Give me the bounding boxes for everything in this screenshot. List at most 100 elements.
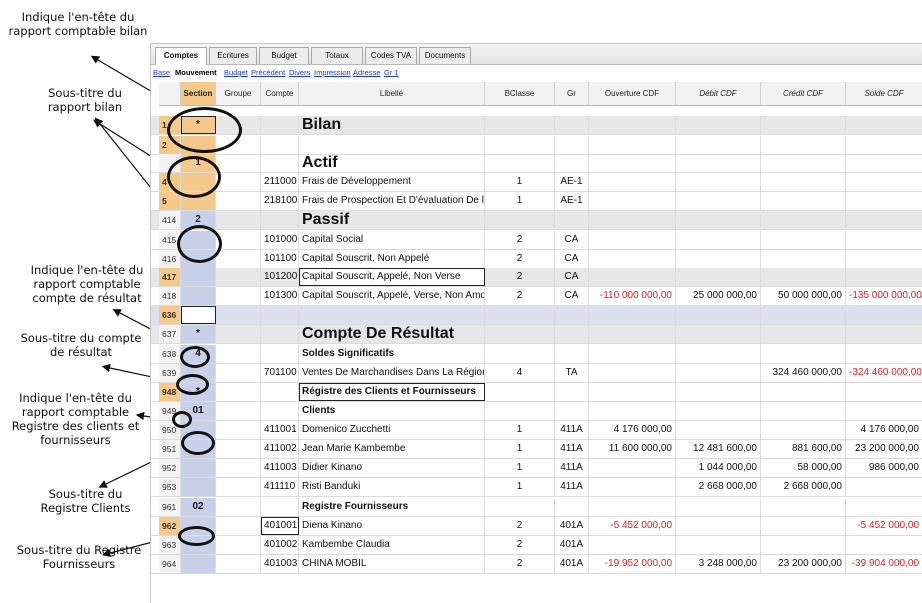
header-debit[interactable]: Débit CDF [676, 82, 761, 106]
cell-solde[interactable] [846, 536, 922, 554]
view-divers[interactable]: Divers [289, 65, 310, 81]
cell-ouverture[interactable] [589, 383, 676, 401]
cell-groupe[interactable] [216, 536, 261, 554]
cell-libelle[interactable]: Compte De Résultat [299, 325, 485, 343]
cell-credit[interactable] [761, 402, 846, 420]
cell-debit[interactable] [676, 231, 761, 249]
cell-ouverture[interactable] [589, 402, 676, 420]
cell-bclasse[interactable]: 1 [485, 173, 555, 191]
cell-solde[interactable] [846, 498, 922, 516]
cell-debit[interactable]: 25 000 000,00 [676, 287, 761, 305]
cell-bclasse[interactable] [485, 345, 555, 363]
cell-credit[interactable] [761, 536, 846, 554]
cell-credit[interactable] [761, 136, 846, 154]
cell-solde[interactable] [846, 192, 922, 210]
cell-compte[interactable] [261, 306, 299, 324]
cell-libelle[interactable]: Didier Kinano [299, 459, 485, 477]
cell-libelle[interactable]: Risti Banduki [299, 478, 485, 496]
cell-gr[interactable]: CA [555, 287, 589, 305]
tab-totaux[interactable]: Totaux [311, 47, 363, 64]
cell-credit[interactable] [761, 116, 846, 134]
table-row[interactable]: 964 401003 CHINA MOBIL 2 401A -19 952 000,00 3… [151, 555, 922, 574]
cell-gr[interactable] [555, 325, 589, 343]
cell-debit[interactable] [676, 173, 761, 191]
cell-bclasse[interactable] [485, 498, 555, 516]
header-solde[interactable]: Solde CDF [846, 82, 922, 106]
view-impression[interactable]: Impression [314, 65, 351, 81]
header-groupe[interactable]: Groupe [216, 82, 261, 106]
cell-ouverture[interactable] [589, 459, 676, 477]
cell-gr[interactable]: 401A [555, 517, 589, 535]
cell-debit[interactable] [676, 383, 761, 401]
cell-ouverture[interactable] [589, 345, 676, 363]
cell-gr[interactable] [555, 383, 589, 401]
cell-debit[interactable] [676, 192, 761, 210]
cell-compte[interactable] [261, 136, 299, 154]
cell-gr[interactable]: CA [555, 268, 589, 286]
cell-solde[interactable] [846, 211, 922, 229]
cell-compte[interactable] [261, 345, 299, 363]
header-gr[interactable]: Gr [555, 82, 589, 106]
cell-gr[interactable]: 411A [555, 421, 589, 439]
cell-solde[interactable] [846, 325, 922, 343]
cell-groupe[interactable] [216, 364, 261, 382]
cell-groupe[interactable] [216, 383, 261, 401]
cell-credit[interactable] [761, 383, 846, 401]
cell-bclasse[interactable] [485, 383, 555, 401]
table-row[interactable]: 953 411110 Risti Banduki 1 411A 2 668 000,00 2… [151, 478, 922, 497]
cell-debit[interactable] [676, 498, 761, 516]
table-row[interactable]: 416 101100 Capital Souscrit, Non Appelé 2 CA [151, 250, 922, 269]
table-row[interactable]: 415 101000 Capital Social 2 CA [151, 231, 922, 250]
cell-ouverture[interactable] [589, 116, 676, 134]
cell-libelle[interactable]: Capital Souscrit, Non Appelé [299, 250, 485, 268]
cell-ouverture[interactable] [589, 478, 676, 496]
view-gr1[interactable]: Gr 1 [384, 65, 399, 81]
cell-solde[interactable] [846, 383, 922, 401]
cell-ouverture[interactable] [589, 268, 676, 286]
cell-solde[interactable] [846, 268, 922, 286]
cell-ouverture[interactable]: -110 000 000,00 [589, 287, 676, 305]
cell-credit[interactable] [761, 306, 846, 324]
cell-groupe[interactable] [216, 306, 261, 324]
cell-solde[interactable] [846, 345, 922, 363]
cell-groupe[interactable] [216, 268, 261, 286]
cell-bclasse[interactable]: 2 [485, 517, 555, 535]
cell-credit[interactable]: 881 600,00 [761, 440, 846, 458]
cell-ouverture[interactable] [589, 136, 676, 154]
cell-solde[interactable] [846, 154, 922, 172]
cell-groupe[interactable] [216, 459, 261, 477]
cell-solde[interactable] [846, 250, 922, 268]
cell-credit[interactable] [761, 173, 846, 191]
cell-gr[interactable] [555, 116, 589, 134]
cell-compte[interactable]: 101200 [261, 268, 299, 286]
cell-groupe[interactable] [216, 173, 261, 191]
cell-libelle[interactable]: Capital Souscrit, Appelé, Verse, Non Amo [299, 287, 485, 305]
cell-bclasse[interactable]: 1 [485, 192, 555, 210]
tab-codes-tva[interactable]: Codes TVA [365, 47, 417, 64]
header-section[interactable]: Section [181, 82, 216, 106]
cell-gr[interactable] [555, 136, 589, 154]
cell-credit[interactable] [761, 192, 846, 210]
cell-compte[interactable]: 101100 [261, 250, 299, 268]
cell-gr[interactable]: 411A [555, 440, 589, 458]
cell-debit[interactable] [676, 364, 761, 382]
cell-section[interactable] [181, 555, 216, 573]
header-ouverture[interactable]: Ouverture CDF [589, 82, 676, 106]
cell-gr[interactable] [555, 345, 589, 363]
cell-compte[interactable] [261, 383, 299, 401]
cell-bclasse[interactable]: 2 [485, 287, 555, 305]
cell-bclasse[interactable]: 1 [485, 478, 555, 496]
cell-section[interactable] [181, 287, 216, 305]
cell-solde[interactable] [846, 231, 922, 249]
table-row[interactable]: 417 101200 Capital Souscrit, Appelé, Non V… [151, 268, 922, 287]
cell-libelle[interactable]: Registre Fournisseurs [299, 498, 485, 516]
table-row[interactable]: 948 * Régistre des Clients et Fournisseurs [151, 383, 922, 402]
cell-compte[interactable] [261, 498, 299, 516]
cell-compte[interactable] [261, 402, 299, 420]
cell-debit[interactable] [676, 345, 761, 363]
view-base[interactable]: Base [153, 65, 170, 81]
cell-gr[interactable]: AE-1 [555, 173, 589, 191]
cell-groupe[interactable] [216, 517, 261, 535]
cell-libelle[interactable]: Passif [299, 211, 485, 229]
cell-compte[interactable]: 701100 [261, 364, 299, 382]
